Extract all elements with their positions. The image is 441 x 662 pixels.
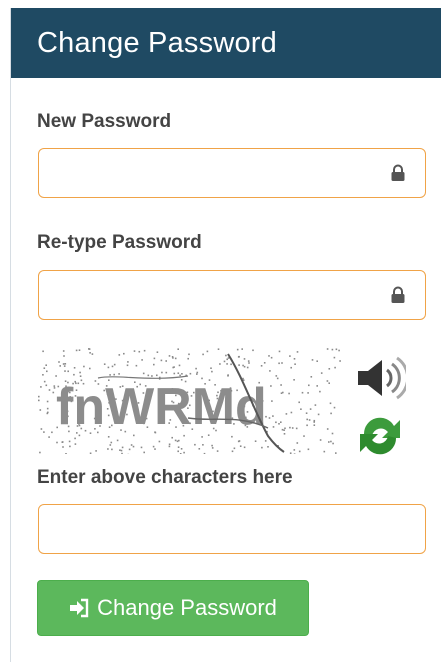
lock-icon: [391, 164, 405, 181]
captcha-field[interactable]: [38, 504, 426, 554]
retype-password-label: Re-type Password: [37, 232, 202, 253]
panel-title: Change Password: [37, 27, 277, 59]
retype-password-input[interactable]: [49, 271, 383, 319]
speaker-icon[interactable]: [354, 354, 406, 402]
captcha-input[interactable]: [49, 505, 383, 553]
lock-icon: [391, 286, 405, 303]
captcha-image: fnWRMd: [38, 348, 342, 454]
change-password-button-label: Change Password: [97, 595, 277, 620]
new-password-field[interactable]: [38, 148, 426, 198]
new-password-input[interactable]: [49, 149, 383, 197]
retype-password-field[interactable]: [38, 270, 426, 320]
change-password-panel: Change Password New Password Re-type Pas…: [10, 8, 441, 662]
refresh-icon[interactable]: [354, 410, 406, 462]
captcha-text: fnWRMd: [56, 378, 267, 436]
panel-header: Change Password: [11, 8, 441, 78]
new-password-label: New Password: [37, 111, 172, 132]
captcha-input-label: Enter above characters here: [37, 467, 293, 488]
top-strip: [0, 0, 441, 8]
change-password-button[interactable]: Change Password: [37, 580, 309, 636]
sign-in-icon: [70, 598, 89, 618]
